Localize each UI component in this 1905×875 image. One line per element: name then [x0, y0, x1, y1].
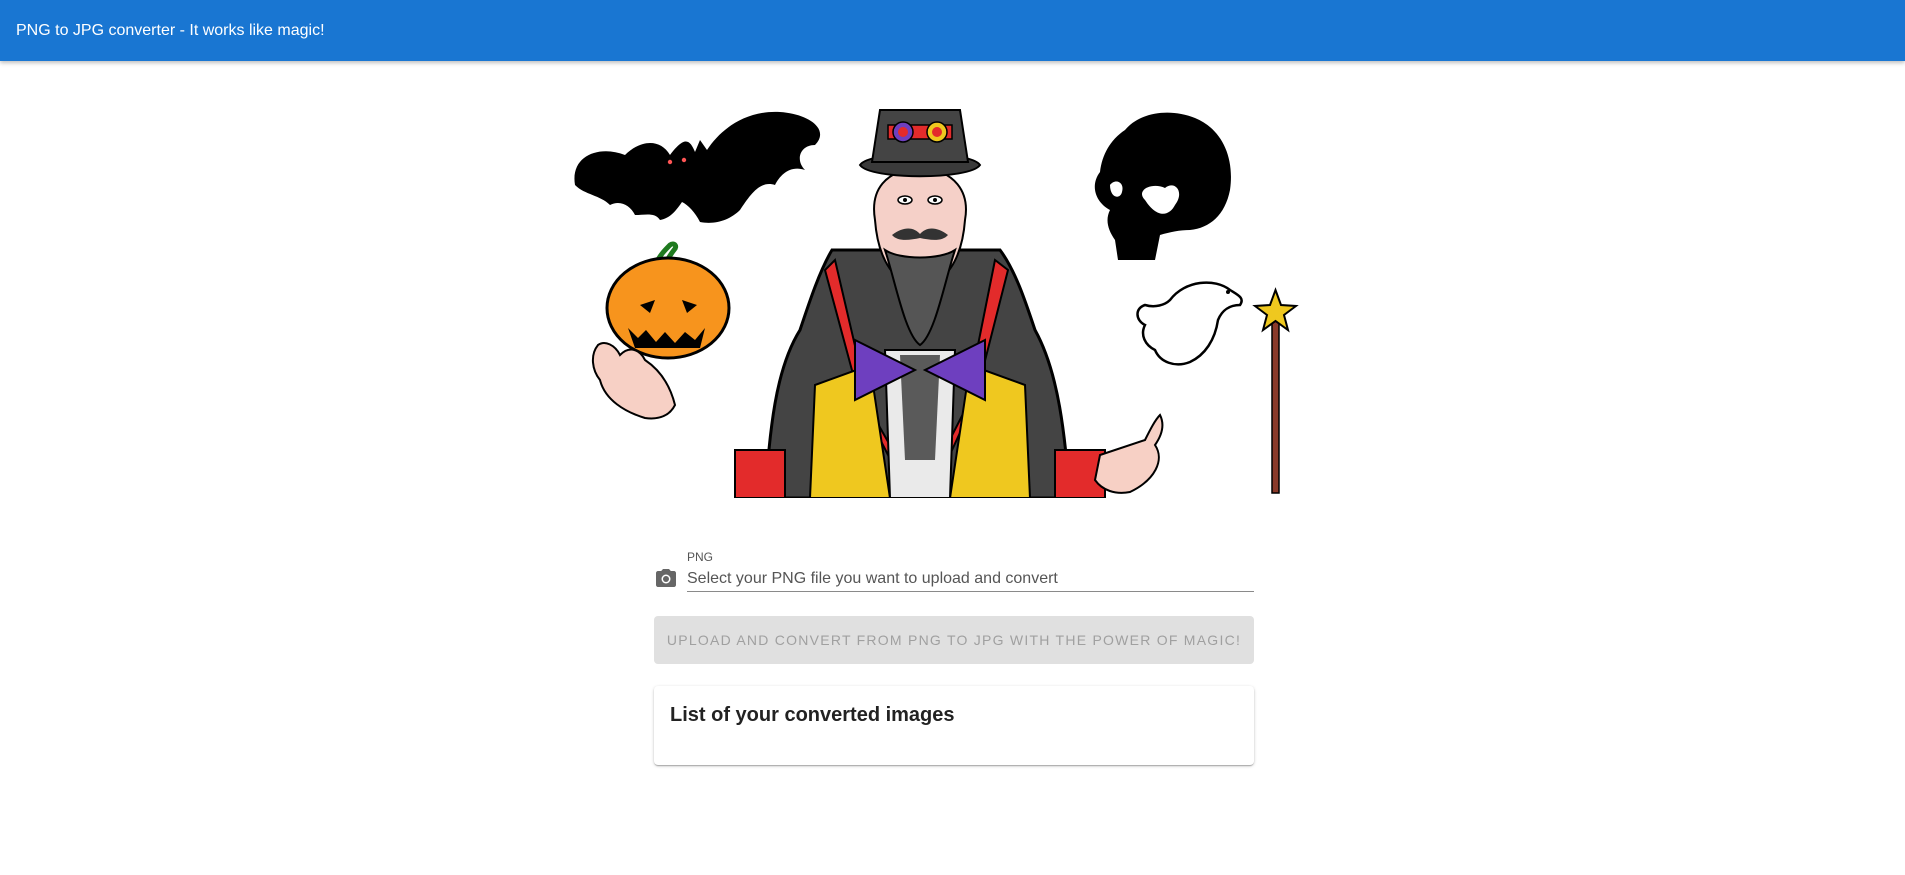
bat-illustration [574, 111, 821, 223]
right-hand-illustration [1093, 413, 1164, 494]
app-bar: PNG to JPG converter - It works like mag… [0, 0, 1905, 61]
png-field-label: PNG [687, 550, 714, 564]
converted-images-card: List of your converted images [654, 686, 1254, 765]
skull-illustration [1094, 112, 1231, 260]
camera-icon [656, 569, 676, 587]
converted-images-title: List of your converted images [670, 704, 955, 726]
hero-illustration [570, 100, 1300, 498]
app-title: PNG to JPG converter - It works like mag… [16, 21, 325, 39]
upload-convert-button[interactable]: Upload and convert from PNG to JPG with … [654, 616, 1254, 664]
png-file-input[interactable] [687, 566, 1254, 592]
png-file-field[interactable]: PNG [654, 548, 1254, 594]
magic-wand-illustration [1252, 287, 1299, 494]
pumpkin-illustration [605, 241, 731, 360]
dove-illustration [1136, 281, 1243, 366]
